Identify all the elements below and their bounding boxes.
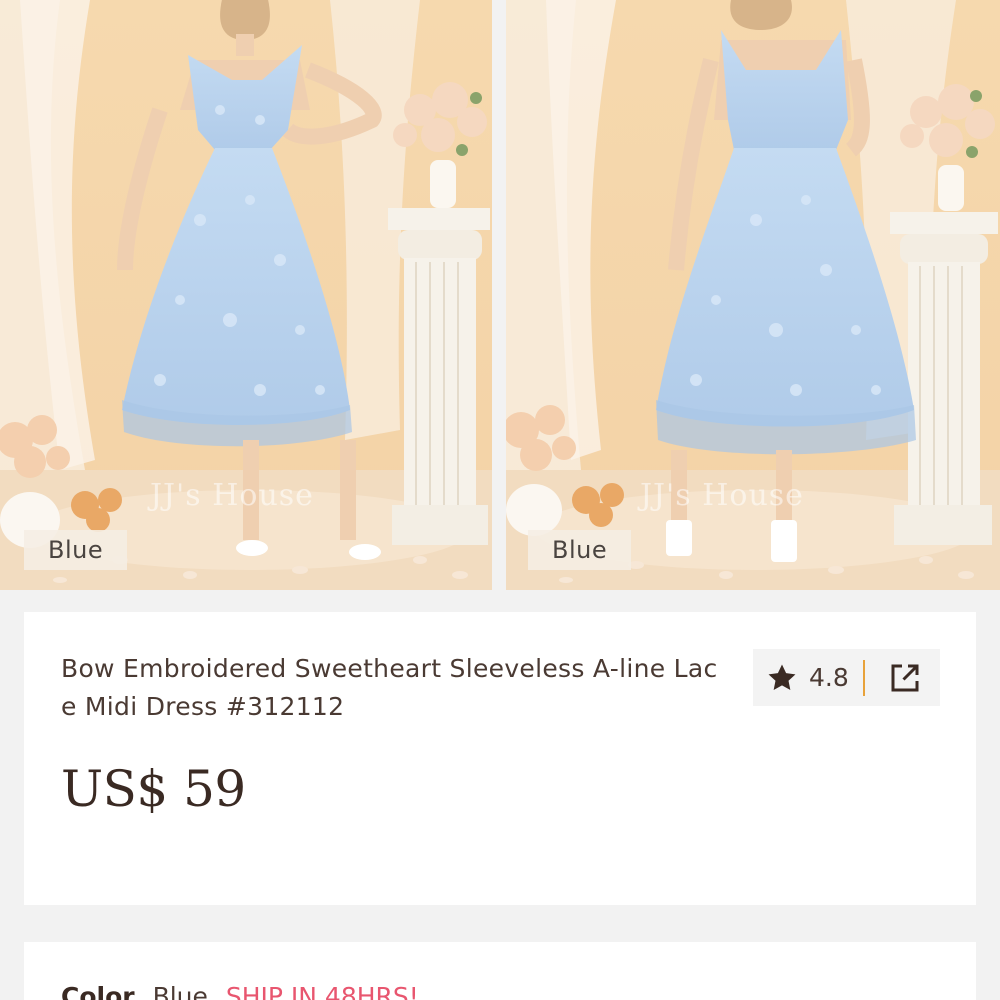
selected-color: Blue	[152, 982, 208, 1000]
product-gallery: JJ's House Blue JJ's House Blue	[0, 0, 1000, 590]
color-selection-card: Color Blue SHIP IN 48HRS!	[24, 942, 976, 1000]
product-info-card: Bow Embroidered Sweetheart Sleeveless A-…	[24, 612, 976, 905]
color-tag-front: Blue	[24, 530, 128, 570]
star-icon	[765, 661, 799, 695]
share-icon[interactable]	[887, 660, 923, 696]
rating-share-box: 4.8	[753, 649, 940, 706]
shipping-badge: SHIP IN 48HRS!	[225, 982, 419, 1000]
color-label: Color	[61, 982, 135, 1000]
color-tag-back: Blue	[528, 530, 632, 570]
brand-watermark: JJ's House	[150, 478, 314, 513]
product-price: US$ 59	[61, 760, 246, 818]
rating-value[interactable]: 4.8	[809, 663, 849, 692]
brand-watermark: JJ's House	[640, 478, 804, 513]
product-title: Bow Embroidered Sweetheart Sleeveless A-…	[61, 654, 718, 721]
color-row: Color Blue SHIP IN 48HRS!	[61, 982, 419, 1000]
product-image-back[interactable]: JJ's House Blue	[506, 0, 1000, 590]
rating-divider	[862, 659, 865, 696]
product-image-front[interactable]: JJ's House Blue	[0, 0, 492, 590]
